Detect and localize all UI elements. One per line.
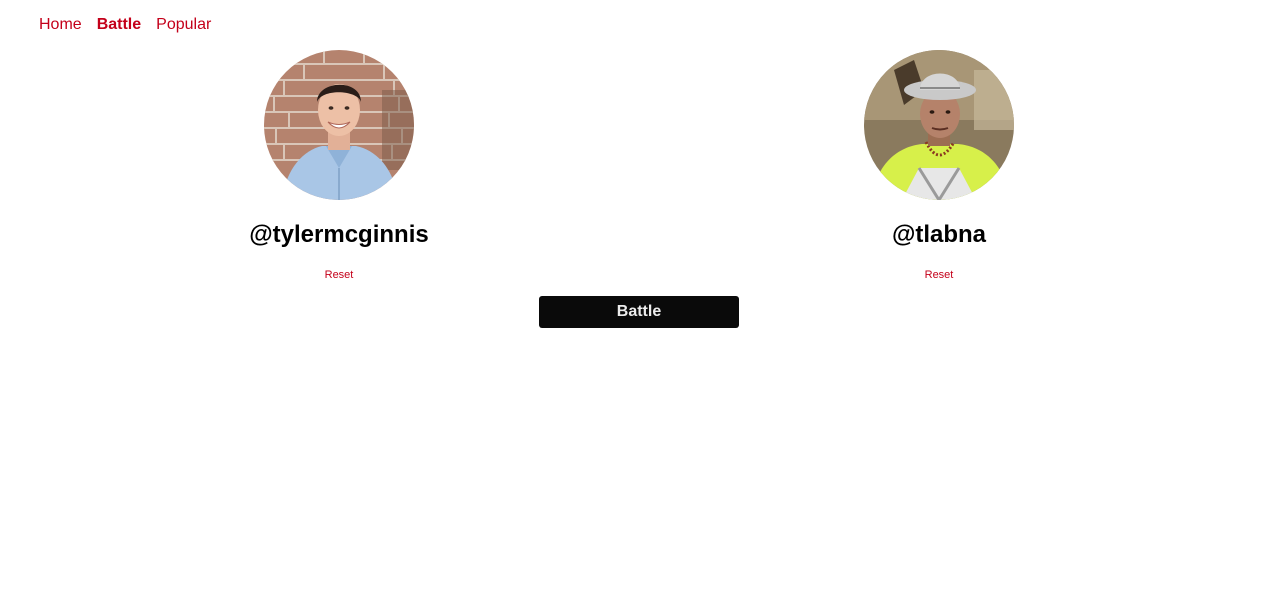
main-nav: Home Battle Popular bbox=[39, 14, 226, 36]
player-one-reset-button[interactable]: Reset bbox=[325, 268, 354, 282]
player-two-reset-button[interactable]: Reset bbox=[925, 268, 954, 282]
nav-item-home[interactable]: Home bbox=[39, 14, 82, 36]
player-two-avatar-image bbox=[864, 50, 1014, 200]
player-two-avatar bbox=[864, 50, 1014, 200]
player-one-avatar bbox=[264, 50, 414, 200]
player-two-username: @tlabna bbox=[891, 221, 987, 248]
player-one-username: @tylermcginnis bbox=[249, 221, 429, 248]
player-one-preview: @tylermcginnis Reset bbox=[189, 50, 489, 282]
player-one-avatar-image bbox=[264, 50, 414, 200]
player-two-preview: @tlabna Reset bbox=[789, 50, 1089, 282]
battle-page: Home Battle Popular @tylermcginnis Reset… bbox=[0, 0, 1277, 608]
nav-item-battle[interactable]: Battle bbox=[97, 14, 141, 36]
nav-item-popular[interactable]: Popular bbox=[156, 14, 211, 36]
battle-button[interactable]: Battle bbox=[539, 296, 739, 328]
